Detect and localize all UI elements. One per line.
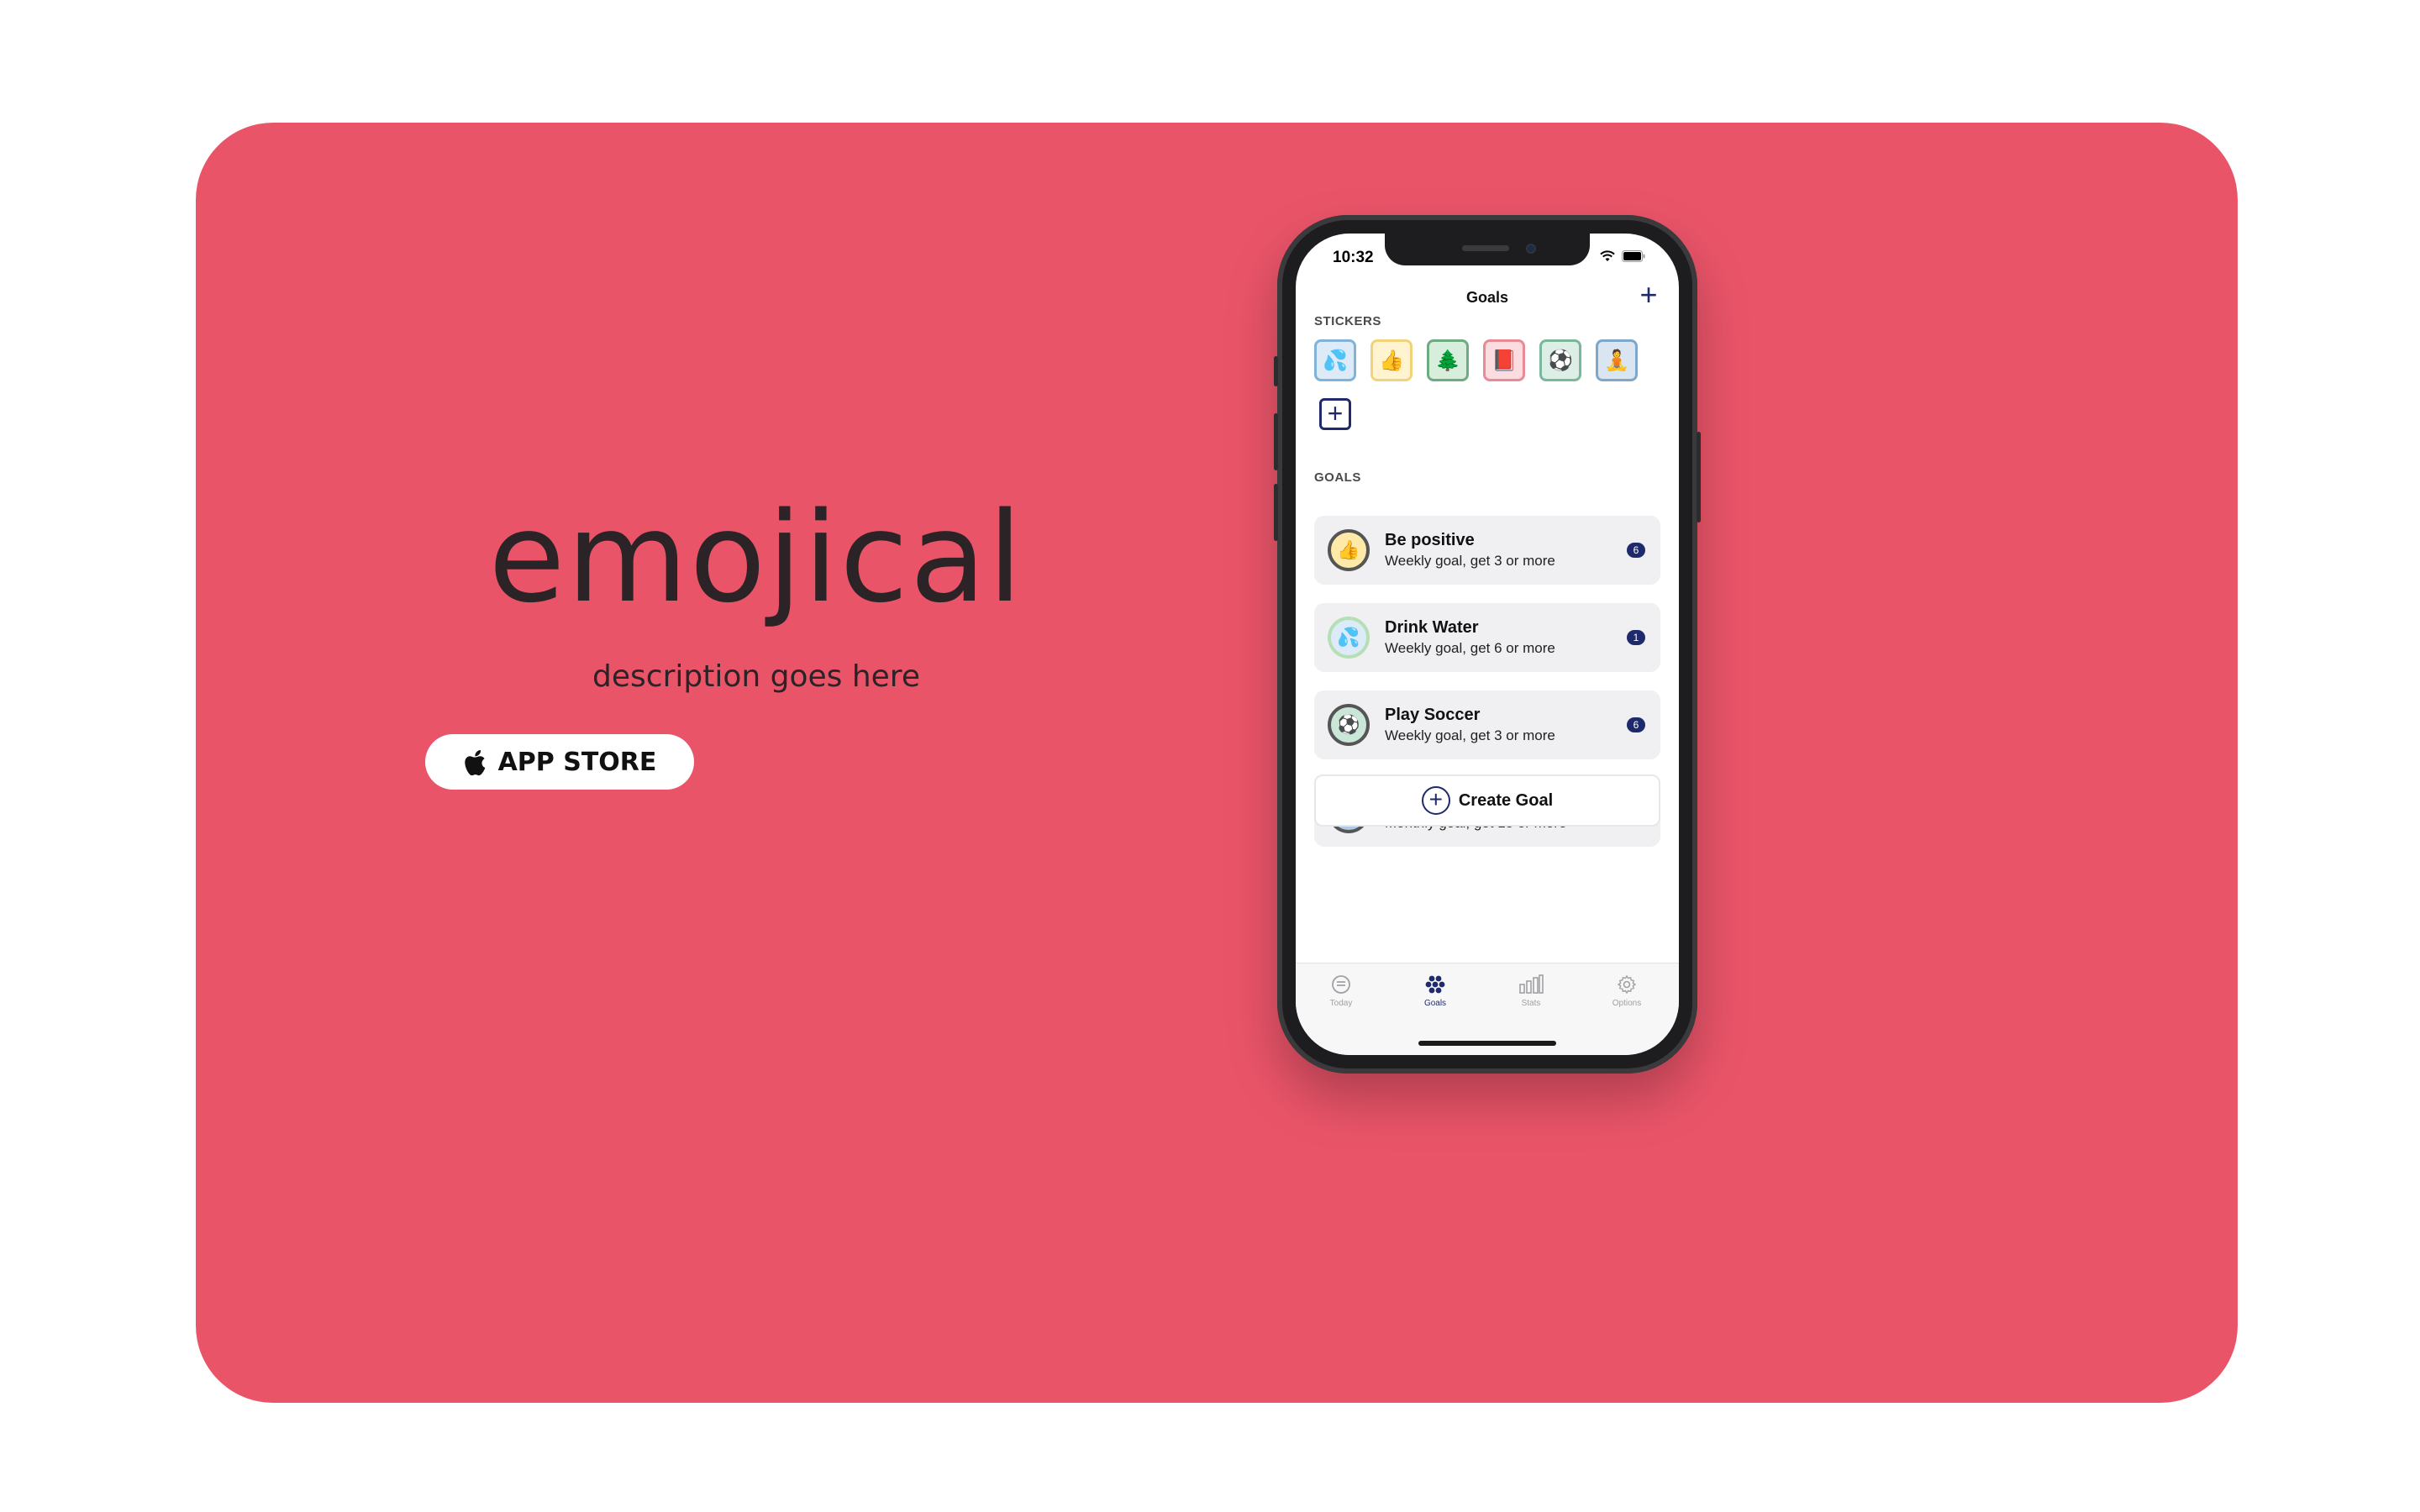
sticker-item[interactable]: 📕 [1483,339,1525,381]
goal-emoji-icon: ⚽ [1328,704,1370,746]
create-goal-button[interactable]: + Create Goal [1314,774,1660,827]
battery-icon [1622,250,1645,262]
calendar-icon [1332,975,1350,994]
tab-goals[interactable]: Goals [1402,972,1469,1008]
app-title: emojical [488,486,1024,630]
goals-section-label: GOALS [1314,470,1361,485]
volume-down-button [1274,484,1278,541]
power-button [1697,432,1701,522]
notch [1385,234,1590,265]
tab-options[interactable]: Options [1593,972,1660,1008]
sticker-emoji: 🌲 [1435,349,1460,372]
goal-name: Play Soccer [1385,706,1481,724]
mute-switch [1274,356,1278,386]
wifi-icon [1600,250,1615,261]
sticker-emoji: 👍 [1379,349,1404,372]
goal-row[interactable]: ⚽ Play Soccer Weekly goal, get 3 or more 6 [1314,690,1660,759]
goal-emoji-icon: 💦 [1328,617,1370,659]
goal-row[interactable]: 💦 Drink Water Weekly goal, get 6 or more 1 [1314,603,1660,672]
volume-up-button [1274,413,1278,470]
goal-name: Be positive [1385,531,1475,549]
phone-screen: 10:32 Goals + STICKERS 💦 👍 🌲 📕 ⚽ 🧘 + GOALS 👍 B… [1296,234,1679,1055]
sticker-item[interactable]: 🧘 [1596,339,1638,381]
sticker-emoji: 💦 [1323,349,1348,372]
goal-emoji-icon: 👍 [1328,529,1370,571]
sticker-item[interactable]: 🌲 [1427,339,1469,381]
goal-subtitle: Weekly goal, get 3 or more [1385,727,1555,743]
plus-icon[interactable]: + [1637,280,1660,310]
app-store-label: APP STORE [497,747,657,777]
nav-title: Goals [1465,289,1509,306]
tab-today[interactable]: Today [1307,972,1375,1008]
stickers-section-label: STICKERS [1314,314,1381,328]
goal-count-badge: 6 [1627,543,1645,558]
tab-goals-label: Goals [1423,999,1447,1008]
status-icons [1600,250,1645,262]
sticker-list: 💦 👍 🌲 📕 ⚽ 🧘 [1314,339,1638,381]
sticker-item[interactable]: ⚽ [1539,339,1581,381]
goal-name: Drink Water [1385,618,1479,637]
plus-square-icon[interactable]: + [1319,398,1351,430]
tab-stats[interactable]: Stats [1497,972,1565,1008]
goal-row[interactable]: 👍 Be positive Weekly goal, get 3 or more 6 [1314,516,1660,585]
front-camera [1526,244,1536,254]
app-store-button[interactable]: APP STORE [425,734,694,790]
sticker-item[interactable]: 👍 [1370,339,1413,381]
phone-mockup: 10:32 Goals + STICKERS 💦 👍 🌲 📕 ⚽ 🧘 + GOALS 👍 B… [1274,215,1701,1074]
sticker-emoji: 📕 [1491,349,1517,372]
goal-count-badge: 1 [1627,630,1645,645]
status-time: 10:32 [1333,249,1374,266]
gear-icon [1617,974,1637,995]
goals-icon [1425,975,1445,994]
goal-subtitle: Weekly goal, get 3 or more [1385,553,1555,569]
tab-options-label: Options [1612,999,1642,1008]
tab-bar: Today Goals Stats Options [1296,963,1679,1055]
create-goal-label: Create Goal [1458,790,1554,810]
sticker-item[interactable]: 💦 [1314,339,1356,381]
goal-subtitle: Weekly goal, get 6 or more [1385,640,1555,656]
plus-circle-icon: + [1421,786,1450,815]
home-indicator[interactable] [1418,1041,1556,1046]
speaker-grille [1462,245,1509,251]
apple-icon [464,749,485,776]
app-description: description goes here [592,659,920,694]
bar-chart-icon [1519,974,1544,994]
sticker-emoji: 🧘 [1604,349,1629,372]
tab-stats-label: Stats [1521,999,1541,1008]
goal-count-badge: 6 [1627,717,1645,732]
tab-today-label: Today [1329,999,1353,1008]
sticker-emoji: ⚽ [1548,349,1573,372]
